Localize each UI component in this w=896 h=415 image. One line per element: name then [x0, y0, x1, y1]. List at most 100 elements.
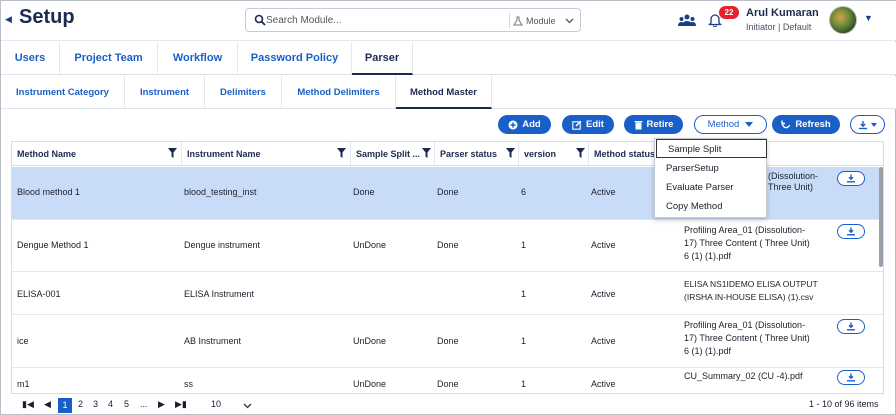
- page-number[interactable]: 4: [108, 399, 113, 409]
- page-number-current[interactable]: 1: [58, 398, 72, 413]
- filter-icon[interactable]: [337, 148, 346, 158]
- refresh-button[interactable]: Refresh: [772, 115, 840, 134]
- page-number[interactable]: 5: [124, 399, 129, 409]
- tab-parser[interactable]: Parser: [352, 42, 413, 75]
- edit-button[interactable]: Edit: [562, 115, 614, 134]
- subtab-instrument[interactable]: Instrument: [125, 76, 205, 109]
- tab-password-policy[interactable]: Password Policy: [238, 42, 352, 75]
- cell-method-status: Active: [591, 187, 616, 197]
- column-label: version: [524, 149, 557, 159]
- cell-file-name: Three Unit): [768, 182, 814, 192]
- subtab-method-master[interactable]: Method Master: [396, 76, 492, 109]
- first-page-icon[interactable]: ▮◀: [22, 399, 34, 410]
- table-row[interactable]: ELISA-001 ELISA Instrument 1 Active ELIS…: [12, 273, 883, 315]
- column-label: Sample Split ...: [356, 149, 421, 159]
- cell-sample-split: UnDone: [353, 336, 387, 346]
- chevron-down-icon: [565, 18, 573, 23]
- export-button[interactable]: [850, 115, 885, 134]
- download-icon: [847, 322, 855, 331]
- page-summary: 1 - 10 of 96 items: [809, 399, 879, 409]
- menu-icon[interactable]: ◀: [5, 14, 12, 25]
- cell-parser-status: Done: [437, 336, 459, 346]
- pagination: ▮◀ ◀ 1 2 3 4 5 ... ▶ ▶▮ 10 1 - 10 of 96 …: [11, 397, 884, 415]
- cell-sample-split: Done: [353, 187, 375, 197]
- subtab-delimiters[interactable]: Delimiters: [205, 76, 282, 109]
- table-row[interactable]: m1 ss UnDone Done 1 Active CU_Summary_02…: [12, 369, 883, 393]
- download-icon: [847, 227, 855, 236]
- cell-method-name: Blood method 1: [17, 187, 81, 197]
- method-label: Method: [707, 119, 740, 130]
- cell-method-name: m1: [17, 379, 30, 389]
- method-dropdown-button[interactable]: Method: [694, 115, 767, 134]
- tab-users[interactable]: Users: [1, 42, 60, 75]
- page-number[interactable]: 3: [93, 399, 98, 409]
- cell-file-name: Profiling Area_01 (Dissolution-: [684, 320, 806, 330]
- column-label: Parser status: [440, 149, 498, 159]
- subtab-instrument-category[interactable]: Instrument Category: [1, 76, 125, 109]
- cell-sample-split: UnDone: [353, 240, 387, 250]
- avatar[interactable]: [829, 6, 857, 34]
- user-name: Arul Kumaran: [746, 7, 819, 19]
- tab-project-team[interactable]: Project Team: [60, 42, 158, 75]
- filter-icon[interactable]: [506, 148, 515, 158]
- download-button[interactable]: [837, 319, 865, 334]
- chevron-down-icon[interactable]: [243, 403, 252, 409]
- column-label: Method Name: [17, 149, 77, 159]
- filter-icon[interactable]: [576, 148, 585, 158]
- edit-icon: [572, 120, 582, 130]
- main-tabs: Users Project Team Workflow Password Pol…: [1, 42, 896, 75]
- cell-file-name: 6 (1) (1).pdf: [684, 251, 732, 261]
- caret-down-icon: [871, 122, 877, 127]
- menu-item-copy-method[interactable]: Copy Method: [655, 197, 766, 216]
- caret-down-icon: [745, 122, 754, 127]
- download-button[interactable]: [837, 171, 865, 186]
- filter-icon[interactable]: [168, 148, 177, 158]
- cell-version: 1: [521, 240, 527, 250]
- cell-instrument-name: Dengue instrument: [184, 240, 261, 250]
- subtab-method-delimiters[interactable]: Method Delimiters: [282, 76, 396, 109]
- team-icon[interactable]: [678, 13, 696, 27]
- column-label: Instrument Name: [187, 149, 261, 159]
- download-button[interactable]: [837, 224, 865, 239]
- menu-item-parser-setup[interactable]: ParserSetup: [655, 159, 766, 178]
- plus-circle-icon: [508, 120, 518, 129]
- table-row[interactable]: ice AB Instrument UnDone Done 1 Active P…: [12, 316, 883, 368]
- tab-workflow[interactable]: Workflow: [158, 42, 238, 75]
- download-icon: [847, 373, 855, 382]
- page-title: Setup: [19, 6, 75, 28]
- caret-down-icon[interactable]: ▼: [864, 13, 873, 23]
- page-size-select[interactable]: 10: [211, 399, 221, 409]
- search-box[interactable]: Module: [245, 8, 581, 32]
- cell-method-status: Active: [591, 289, 616, 299]
- next-page-icon[interactable]: ▶: [158, 399, 165, 410]
- cell-instrument-name: blood_testing_inst: [184, 187, 257, 197]
- cell-instrument-name: AB Instrument: [184, 336, 242, 346]
- cell-parser-status: Done: [437, 240, 459, 250]
- module-select[interactable]: Module: [513, 11, 579, 30]
- prev-page-icon[interactable]: ◀: [44, 399, 51, 410]
- cell-file-name: (IRSHA IN-HOUSE ELISA) (1).csv: [684, 292, 814, 302]
- column-header-method-name[interactable]: Method Name: [12, 142, 182, 166]
- add-label: Add: [522, 119, 541, 130]
- refresh-icon: [781, 120, 791, 128]
- cell-version: 1: [521, 336, 527, 346]
- grid-scrollbar[interactable]: [879, 167, 883, 267]
- menu-item-sample-split[interactable]: Sample Split: [656, 139, 767, 158]
- table-row[interactable]: Dengue Method 1 Dengue instrument UnDone…: [12, 221, 883, 272]
- cell-method-status: Active: [591, 336, 616, 346]
- download-button[interactable]: [837, 370, 865, 385]
- column-header-instrument-name[interactable]: Instrument Name: [182, 142, 351, 166]
- page-ellipsis[interactable]: ...: [140, 399, 148, 409]
- cell-file-name: CU_Summary_02 (CU -4).pdf: [684, 371, 803, 381]
- retire-label: Retire: [646, 119, 674, 130]
- add-button[interactable]: Add: [498, 115, 551, 134]
- download-icon: [847, 174, 855, 183]
- search-input[interactable]: [266, 13, 501, 28]
- retire-button[interactable]: Retire: [624, 115, 683, 134]
- page-number[interactable]: 2: [78, 399, 83, 409]
- last-page-icon[interactable]: ▶▮: [175, 399, 187, 410]
- filter-icon[interactable]: [422, 148, 431, 158]
- cell-method-status: Active: [591, 240, 616, 250]
- cell-version: 1: [521, 289, 527, 299]
- menu-item-evaluate-parser[interactable]: Evaluate Parser: [655, 178, 766, 197]
